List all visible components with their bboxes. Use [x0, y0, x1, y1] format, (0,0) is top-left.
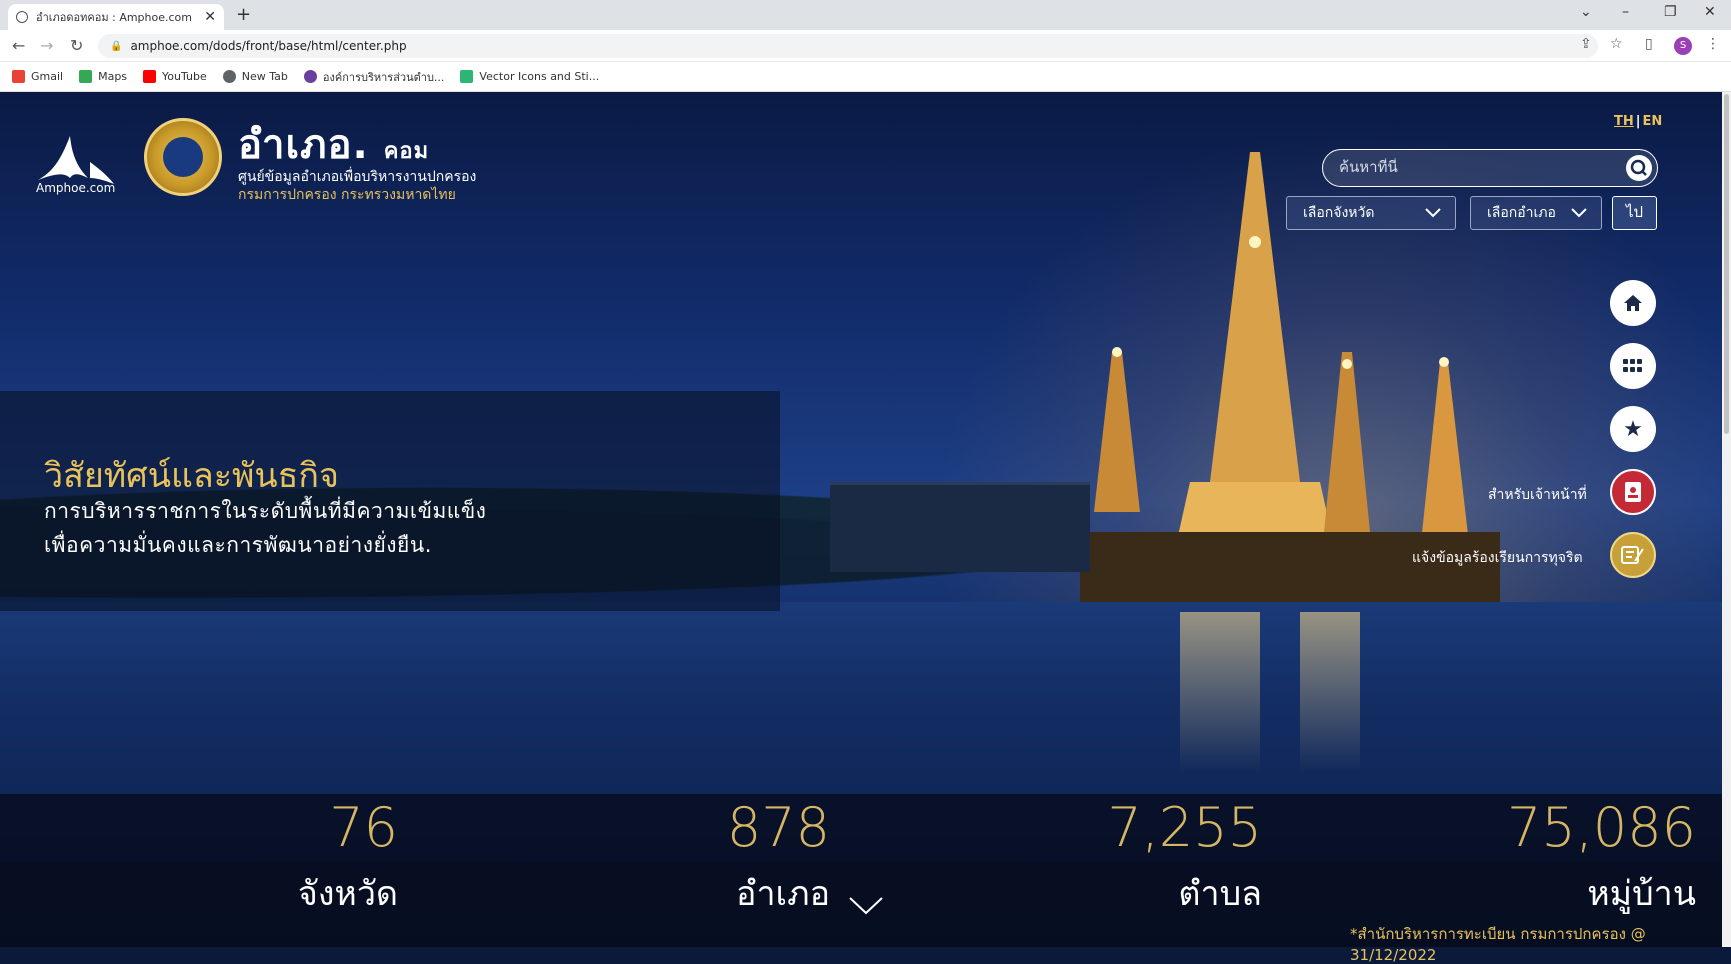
complaint-button[interactable]: [1610, 532, 1656, 578]
gmail-icon: [12, 70, 25, 83]
star-icon: ★: [1623, 416, 1643, 442]
light-reflection: [1300, 612, 1360, 772]
stat-provinces-label: จังหวัด: [297, 874, 398, 914]
favorites-button[interactable]: ★: [1610, 406, 1656, 452]
minimize-icon[interactable]: –: [1622, 4, 1629, 20]
lock-icon: 🔒: [110, 40, 123, 52]
scrollbar-thumb[interactable]: [1724, 94, 1729, 434]
search-button[interactable]: [1626, 155, 1652, 181]
light-reflection: [1180, 612, 1260, 772]
stat-subdistricts-label: ตำบล: [1178, 874, 1262, 914]
district-select[interactable]: เลือกอำเภอ: [1470, 196, 1602, 230]
report-edit-icon: [1621, 546, 1644, 564]
go-button[interactable]: ไป: [1612, 196, 1657, 230]
bookmark-new-tab[interactable]: New Tab: [222, 70, 288, 83]
tab-search-icon[interactable]: ⌄: [1580, 4, 1592, 20]
bookmark-maps[interactable]: Maps: [79, 70, 127, 83]
chevron-down-icon: [1425, 208, 1441, 218]
emblem-icon: [303, 70, 317, 83]
vision-title: วิสัยทัศน์และพันธกิจ: [44, 456, 339, 496]
stat-subdistricts-value: 7,255: [1107, 796, 1262, 859]
profile-avatar[interactable]: S: [1674, 37, 1692, 55]
globe-icon: [16, 11, 28, 23]
bookmark-vector-icons[interactable]: Vector Icons and Sti...: [460, 70, 599, 83]
stat-districts-value: 878: [726, 796, 830, 859]
maps-icon: [79, 70, 93, 83]
forward-icon[interactable]: →: [40, 36, 53, 55]
search-icon: [1630, 159, 1647, 176]
riverside-building: [830, 482, 1090, 572]
language-switch: TH | EN: [1614, 114, 1663, 129]
address-bar-row: ← → ↻ 🔒 amphoe.com/dods/front/base/html/…: [0, 30, 1731, 62]
bookmark-gmail[interactable]: Gmail: [12, 70, 63, 83]
url-field[interactable]: 🔒 amphoe.com/dods/front/base/html/center…: [98, 34, 1598, 58]
bookmark-youtube[interactable]: YouTube: [143, 70, 207, 83]
menu-kebab-icon[interactable]: ⋮: [1706, 36, 1720, 52]
stat-districts-label: อำเภอ: [736, 874, 830, 914]
chevron-down-icon: [1571, 208, 1587, 218]
lang-en[interactable]: EN: [1643, 114, 1663, 129]
search-box: [1322, 149, 1658, 187]
bookmark-obt[interactable]: องค์การบริหารส่วนตำบ...: [303, 68, 444, 86]
vision-text: การบริหารราชการในระดับพื้นที่มีความเข้มแ…: [44, 499, 487, 523]
search-input[interactable]: [1339, 158, 1609, 176]
logo-text: Amphoe.com: [36, 181, 116, 195]
stat-villages-label: หมู่บ้าน: [1587, 874, 1696, 914]
bookmark-star-icon[interactable]: ☆: [1610, 36, 1623, 52]
province-select[interactable]: เลือกจังหวัด: [1286, 196, 1456, 230]
scroll-down-chevron-icon[interactable]: [848, 895, 884, 917]
url-text: amphoe.com/dods/front/base/html/center.p…: [130, 39, 407, 53]
stat-villages-value: 75,086: [1507, 796, 1696, 859]
tab-title: อำเภอดอทคอม : Amphoe.com: [36, 11, 192, 24]
home-button[interactable]: [1610, 280, 1656, 326]
reload-icon[interactable]: ↻: [70, 36, 83, 55]
globe-icon: [222, 70, 236, 83]
apps-button[interactable]: [1610, 343, 1656, 389]
home-icon: [1624, 295, 1642, 311]
side-panel-icon[interactable]: ▯: [1645, 36, 1653, 52]
tab-close-icon[interactable]: ✕: [204, 9, 216, 25]
grid-icon: [1623, 359, 1642, 372]
window-close-icon[interactable]: ✕: [1704, 4, 1716, 20]
officer-label[interactable]: สำหรับเจ้าหน้าที่: [1488, 484, 1587, 506]
share-icon[interactable]: ⇪: [1580, 36, 1592, 52]
vision-text: เพื่อความมั่นคงและการพัฒนาอย่างยั่งยืน.: [44, 533, 432, 557]
browser-tab[interactable]: อำเภอดอทคอม : Amphoe.com ✕: [8, 4, 224, 30]
bookmarks-bar: Gmail Maps YouTube New Tab องค์การบริหาร…: [0, 62, 1731, 92]
stats-source-note: *สำนักบริหารการทะเบียน กรมการปกครอง @ 31…: [1350, 925, 1646, 964]
officer-button[interactable]: [1610, 469, 1656, 515]
department-name: กรมการปกครอง กระทรวงมหาดไทย: [238, 187, 456, 203]
new-tab-button[interactable]: +: [236, 4, 251, 26]
restore-icon[interactable]: ❐: [1664, 4, 1677, 20]
department-seal-icon: [144, 118, 222, 196]
back-icon[interactable]: ←: [12, 36, 25, 55]
stat-provinces-value: 76: [329, 796, 398, 859]
browser-tab-bar: อำเภอดอทคอม : Amphoe.com ✕ + ⌄ – ❐ ✕: [0, 0, 1731, 30]
youtube-icon: [143, 70, 157, 83]
lang-th[interactable]: TH: [1614, 114, 1634, 129]
vector-icon: [460, 70, 474, 83]
id-card-icon: [1625, 482, 1641, 502]
complaint-label[interactable]: แจ้งข้อมูลร้องเรียนการทุจริต: [1412, 547, 1583, 569]
